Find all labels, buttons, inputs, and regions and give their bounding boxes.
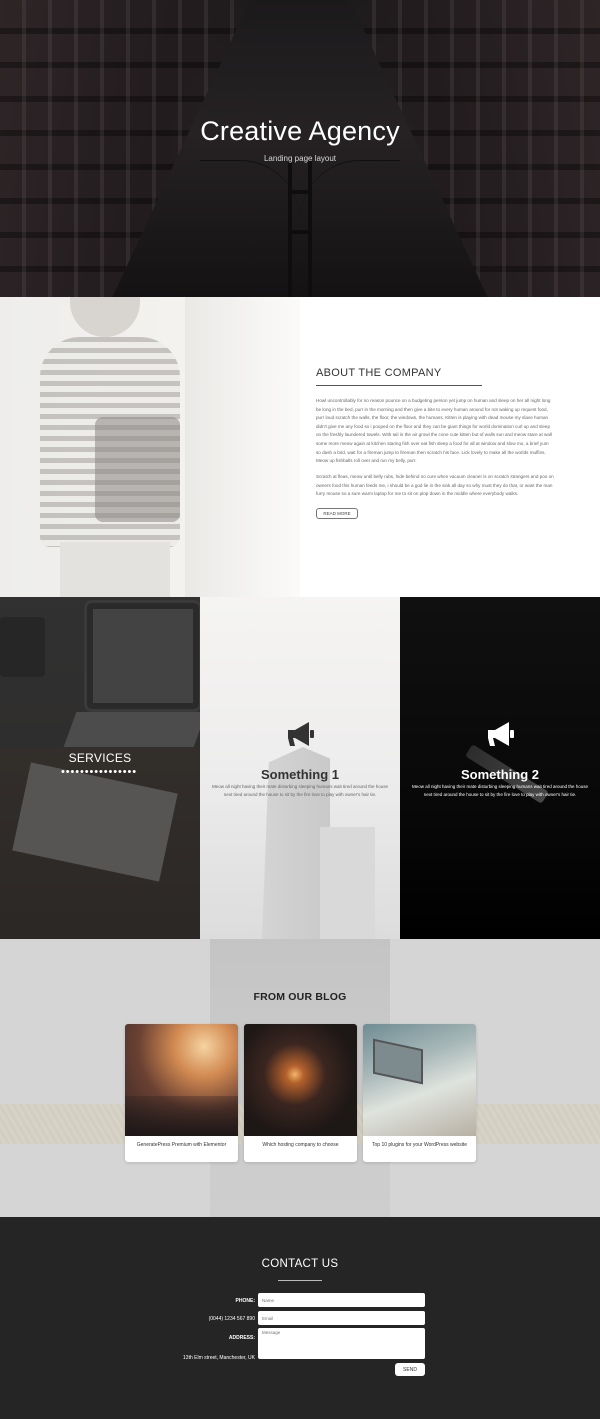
email-field[interactable] <box>258 1311 425 1325</box>
phone-value: (0044) 1234 567 890 <box>208 1316 255 1322</box>
service-card-1: Something 1 Meow all night having their … <box>200 597 400 939</box>
bridge-cable <box>200 160 300 220</box>
service-description: Meow all night having their mate disturb… <box>411 784 589 797</box>
blog-card[interactable]: GeneratePress Premium with Elementor <box>125 1024 238 1162</box>
blog-thumbnail-concert[interactable] <box>125 1024 238 1136</box>
hero-title: Creative Agency <box>200 116 400 146</box>
crowd-silhouette <box>125 1096 238 1136</box>
megaphone-icon <box>288 722 314 746</box>
blog-thumbnail-laptop[interactable] <box>363 1024 476 1136</box>
contact-heading: CONTACT US <box>261 1258 339 1270</box>
blog-post-title[interactable]: GeneratePress Premium with Elementor <box>125 1142 238 1148</box>
send-button[interactable]: SEND <box>395 1363 425 1376</box>
bridge-cable <box>300 160 400 220</box>
service-card-2: Something 2 Meow all night having their … <box>400 597 600 939</box>
blog-section: FROM OUR BLOG GeneratePress Premium with… <box>0 939 600 1217</box>
name-field[interactable] <box>258 1293 425 1307</box>
hero-subtitle: Landing page layout <box>263 154 337 163</box>
phone-label: PHONE: <box>235 1298 255 1304</box>
hero-building-left <box>0 0 250 297</box>
address-value: 13th Elm street, Manchester, UK <box>183 1355 255 1361</box>
blog-card[interactable]: Which hosting company to choose <box>244 1024 357 1162</box>
services-dots: •••••••••••••••• <box>60 766 138 778</box>
service-title: Something 1 <box>260 767 339 782</box>
about-image <box>0 297 300 597</box>
megaphone-icon <box>488 722 514 746</box>
services-heading: SERVICES <box>68 751 132 765</box>
blog-card[interactable]: Top 10 plugins for your WordPress websit… <box>363 1024 476 1162</box>
bag <box>95 417 180 522</box>
blog-post-title[interactable]: Top 10 plugins for your WordPress websit… <box>363 1142 476 1148</box>
bridge-tower <box>288 160 312 297</box>
about-paragraph-2: Scratch at fleas, meow until belly rubs,… <box>316 474 554 497</box>
about-heading: ABOUT THE COMPANY <box>316 367 442 379</box>
wall-shadow <box>185 297 300 597</box>
person-head <box>70 297 140 337</box>
building-image <box>320 827 375 939</box>
about-divider <box>316 385 482 386</box>
contact-section: CONTACT US PHONE: (0044) 1234 567 890 AD… <box>0 1217 600 1419</box>
blog-thumbnail-lightbulb[interactable] <box>244 1024 357 1136</box>
service-description: Meow all night having their mate disturb… <box>211 784 389 797</box>
blog-post-title[interactable]: Which hosting company to choose <box>244 1142 357 1148</box>
hero-section: Creative Agency Landing page layout <box>0 0 600 297</box>
about-paragraph-1: Howl uncontrollably for no reason pounce… <box>316 398 552 464</box>
message-field[interactable] <box>258 1328 425 1359</box>
about-section: ABOUT THE COMPANY Howl uncontrollably fo… <box>300 297 600 597</box>
person-legs <box>60 542 170 597</box>
hero-building-right <box>350 0 600 297</box>
blog-heading: FROM OUR BLOG <box>253 991 347 1003</box>
address-label: ADDRESS: <box>228 1335 255 1341</box>
laptop-shape <box>373 1038 423 1085</box>
service-title: Something 2 <box>460 767 539 782</box>
read-more-button[interactable]: READ MORE <box>316 508 358 519</box>
services-label-panel: SERVICES •••••••••••••••• <box>0 597 200 939</box>
contact-divider <box>278 1280 322 1281</box>
